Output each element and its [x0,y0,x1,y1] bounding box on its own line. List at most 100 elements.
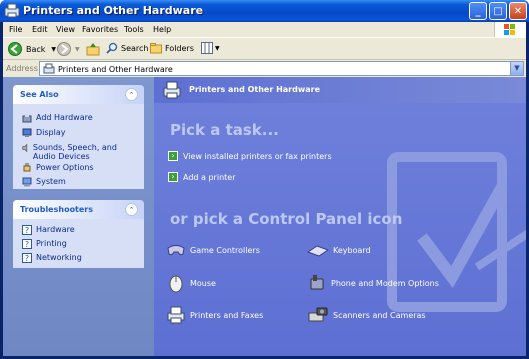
pick-task-heading: Pick a task... [170,121,279,139]
cp-item-label: Game Controllers [190,245,260,255]
green-arrow-icon: › [168,172,178,182]
cp-scanners-cameras[interactable]: Scanners and Cameras [307,305,426,325]
cp-game-controllers[interactable]: Game Controllers [166,242,260,258]
printer-category-icon [163,81,181,99]
help-question-icon: ? [22,225,32,235]
menu-tools[interactable]: Tools [124,25,144,34]
collapse-chevron-icon[interactable]: ⌃ [125,88,138,101]
cp-item-label: Scanners and Cameras [333,310,426,320]
search-button[interactable]: Search [106,42,148,54]
troubleshooter-hardware[interactable]: ? Hardware [22,225,75,235]
category-pane: Printers and Other Hardware Pick a task.… [154,77,526,356]
views-button[interactable]: ▼ [201,42,220,54]
see-also-add-hardware[interactable]: Add Hardware [22,113,93,123]
views-grid-icon [201,42,213,54]
cp-item-label: Keyboard [333,245,371,255]
power-plug-icon [23,163,31,172]
svg-text:?: ? [25,240,29,249]
address-bar: Address Printers and Other Hardware ▼ [3,60,526,77]
scanner-camera-icon [308,307,328,322]
close-button[interactable]: ✕ [509,2,527,20]
task-add-printer[interactable]: › Add a printer [168,172,235,182]
printer-icon [167,306,185,324]
windows-flag-icon [504,24,515,35]
cp-printers-faxes[interactable]: Printers and Faxes [166,305,263,325]
cp-phone-modem[interactable]: Phone and Modem Options [307,273,439,293]
cp-item-label: Phone and Modem Options [331,278,439,288]
troubleshooter-printing[interactable]: ? Printing [22,239,67,249]
folders-icon [150,43,162,54]
forward-dropdown-icon[interactable]: ▼ [75,46,80,53]
see-also-sounds[interactable]: Sounds, Speech, and Audio Devices [22,143,132,161]
add-hardware-icon [22,114,32,123]
help-question-icon: ? [22,239,32,249]
keyboard-icon [307,245,329,257]
see-also-power-options[interactable]: Power Options [22,163,94,173]
maximize-icon: □ [493,5,503,17]
see-also-item-label: Add Hardware [36,113,93,122]
menu-file[interactable]: File [9,25,22,34]
address-label: Address [6,64,38,73]
windows-logo [494,22,526,37]
maximize-button[interactable]: □ [489,2,507,20]
forward-button[interactable]: ▼ [57,42,80,56]
svg-text:?: ? [25,226,29,235]
task-label: View installed printers or fax printers [183,151,332,161]
see-also-item-label: Sounds, Speech, and Audio Devices [32,143,117,161]
cp-keyboard[interactable]: Keyboard [307,242,371,258]
close-icon: ✕ [513,5,523,17]
task-view-printers[interactable]: › View installed printers or fax printer… [168,151,332,161]
up-folder-icon [86,43,100,56]
search-icon [106,42,118,54]
cp-item-label: Mouse [190,278,216,288]
search-label: Search [121,43,149,53]
minimize-button[interactable]: _ [469,2,487,20]
collapse-chevron-icon[interactable]: ⌃ [125,203,138,216]
troubleshooters-header[interactable]: Troubleshooters ⌃ [13,200,144,219]
category-title: Printers and Other Hardware [189,85,320,94]
speaker-icon [22,143,28,153]
address-field[interactable]: Printers and Other Hardware ▼ [39,61,524,76]
address-value: Printers and Other Hardware [58,65,173,74]
troubleshooter-networking[interactable]: ? Networking [22,253,82,263]
title-bar[interactable]: Printers and Other Hardware _ □ ✕ [0,0,529,22]
phone-modem-icon [310,275,324,290]
menu-help[interactable]: Help [153,25,171,34]
pick-icon-heading: or pick a Control Panel icon [170,210,403,228]
menu-favorites[interactable]: Favorites [82,25,118,34]
minimize-icon: _ [475,5,481,17]
menu-bar: File Edit View Favorites Tools Help [3,22,526,37]
views-dropdown-icon: ▼ [215,44,220,52]
up-folder-button[interactable] [86,42,100,56]
gamepad-icon [167,245,185,256]
cp-mouse[interactable]: Mouse [166,273,216,293]
see-also-header[interactable]: See Also ⌃ [13,85,144,104]
folders-label: Folders [165,43,194,53]
menu-edit[interactable]: Edit [32,25,48,34]
back-label: Back [26,44,46,54]
see-also-display[interactable]: Display [22,128,66,138]
standard-toolbar: Back ▼ ▼ Search Folders ▼ [3,37,526,60]
back-dropdown-icon[interactable]: ▼ [51,46,56,53]
see-also-system[interactable]: System [22,177,66,187]
folders-button[interactable]: Folders [150,42,194,54]
troubleshooter-item-label: Hardware [36,225,75,234]
content-area: See Also ⌃ Add Hardware Display Sounds, … [3,77,526,356]
troubleshooters-title: Troubleshooters [20,205,94,214]
menu-view[interactable]: View [56,25,75,34]
cp-item-label: Printers and Faxes [190,310,264,320]
system-computer-icon [22,177,32,187]
category-header: Printers and Other Hardware [154,77,526,103]
see-also-item-label: Display [36,128,66,137]
green-arrow-icon: › [168,151,178,161]
back-button[interactable]: Back ▼ [8,42,56,56]
troubleshooter-item-label: Printing [36,239,67,248]
troubleshooter-item-label: Networking [36,253,82,262]
display-icon [22,128,32,137]
see-also-title: See Also [20,90,59,99]
see-also-item-label: Power Options [36,163,94,172]
see-also-panel: See Also ⌃ Add Hardware Display Sounds, … [13,85,144,189]
forward-arrow-icon [57,42,71,56]
troubleshooters-panel: Troubleshooters ⌃ ? Hardware ? Printing … [13,200,144,268]
address-dropdown-icon[interactable]: ▼ [510,62,523,75]
